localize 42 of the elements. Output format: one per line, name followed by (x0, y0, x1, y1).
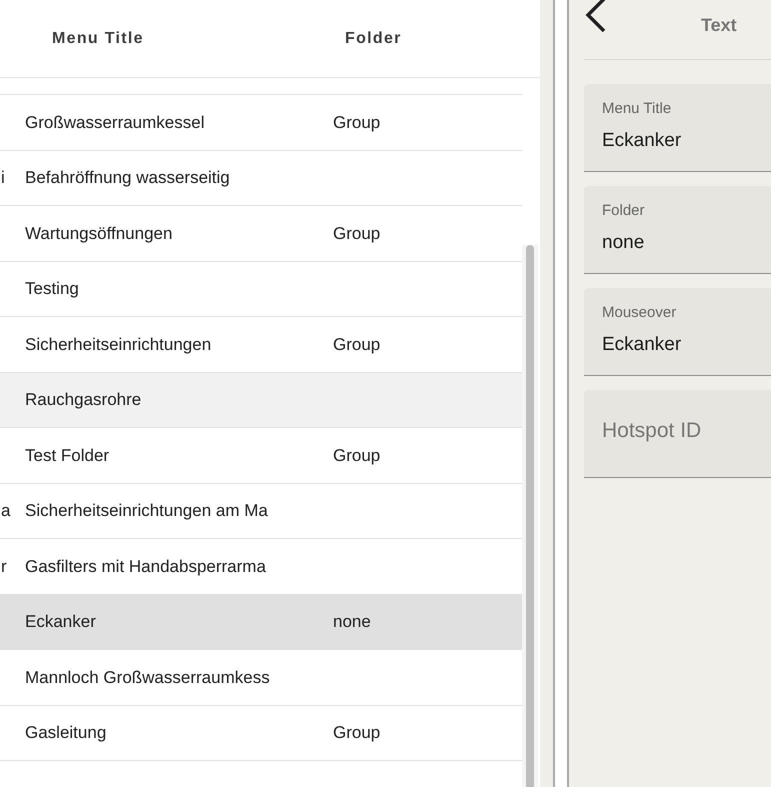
table-row[interactable]: Rauchgasrohre (0, 372, 522, 428)
table-cell: Wartungsöffnungen (25, 224, 172, 242)
table-cell: Gasfilters mit Handabsperrarma (25, 556, 266, 576)
table-cell: Gasleitung (25, 723, 106, 742)
text-field[interactable]: Folder none (584, 186, 771, 274)
text-field[interactable]: Mouseover Eckanker (584, 288, 771, 376)
column-header[interactable]: Folder (345, 30, 402, 46)
table-cell: Group (333, 224, 380, 242)
input-field[interactable]: Hotspot ID (584, 390, 771, 477)
table-row[interactable]: Großwasserraumkessel Group (0, 95, 522, 150)
scrollbar-thumb[interactable] (526, 245, 534, 787)
column-header[interactable]: Menu Title (52, 30, 144, 46)
panel-title: Text (701, 14, 737, 37)
table-cell: Testing (25, 279, 79, 298)
table-cell: Mannloch Großwasserraumkess (25, 668, 270, 686)
table-cell: none (333, 612, 371, 631)
table-row[interactable]: a Sicherheitseinrichtungen am Ma (0, 484, 522, 539)
table-row[interactable]: Testing (0, 262, 522, 317)
table-cell: Großwasserraumkessel (25, 112, 204, 132)
table-row[interactable]: Eckanker none (0, 594, 522, 650)
table-row[interactable]: Wartungsöffnungen Group (0, 206, 522, 262)
splitter[interactable] (555, 0, 569, 787)
table-cell: r (1, 556, 7, 576)
text-field[interactable]: Menu Title Eckanker (584, 84, 771, 172)
table-cell: Befahröffnung wasserseitig (25, 168, 230, 187)
table-cell: Group (333, 446, 380, 464)
table-cell: Eckanker (25, 612, 96, 631)
back-icon[interactable] (584, 0, 606, 32)
table-cell: Group (333, 723, 380, 742)
table-cell: i (1, 168, 5, 187)
table-row[interactable]: i Befahröffnung wasserseitig (0, 150, 522, 206)
table-cell: Sicherheitseinrichtungen (25, 334, 212, 354)
scrollbar[interactable] (522, 245, 538, 787)
table-row[interactable]: Test Folder Group (0, 428, 522, 484)
table-row[interactable]: Mannloch Großwasserraumkess (0, 650, 522, 706)
table-cell: Group (333, 334, 380, 354)
table-row[interactable]: Gasleitung Group (0, 706, 522, 761)
table-cell: Test Folder (25, 446, 110, 464)
table-cell: Sicherheitseinrichtungen am Ma (25, 501, 268, 520)
table-cell: Rauchgasrohre (25, 390, 142, 409)
table-cell: a (1, 501, 10, 520)
table-cell: Group (333, 112, 380, 132)
